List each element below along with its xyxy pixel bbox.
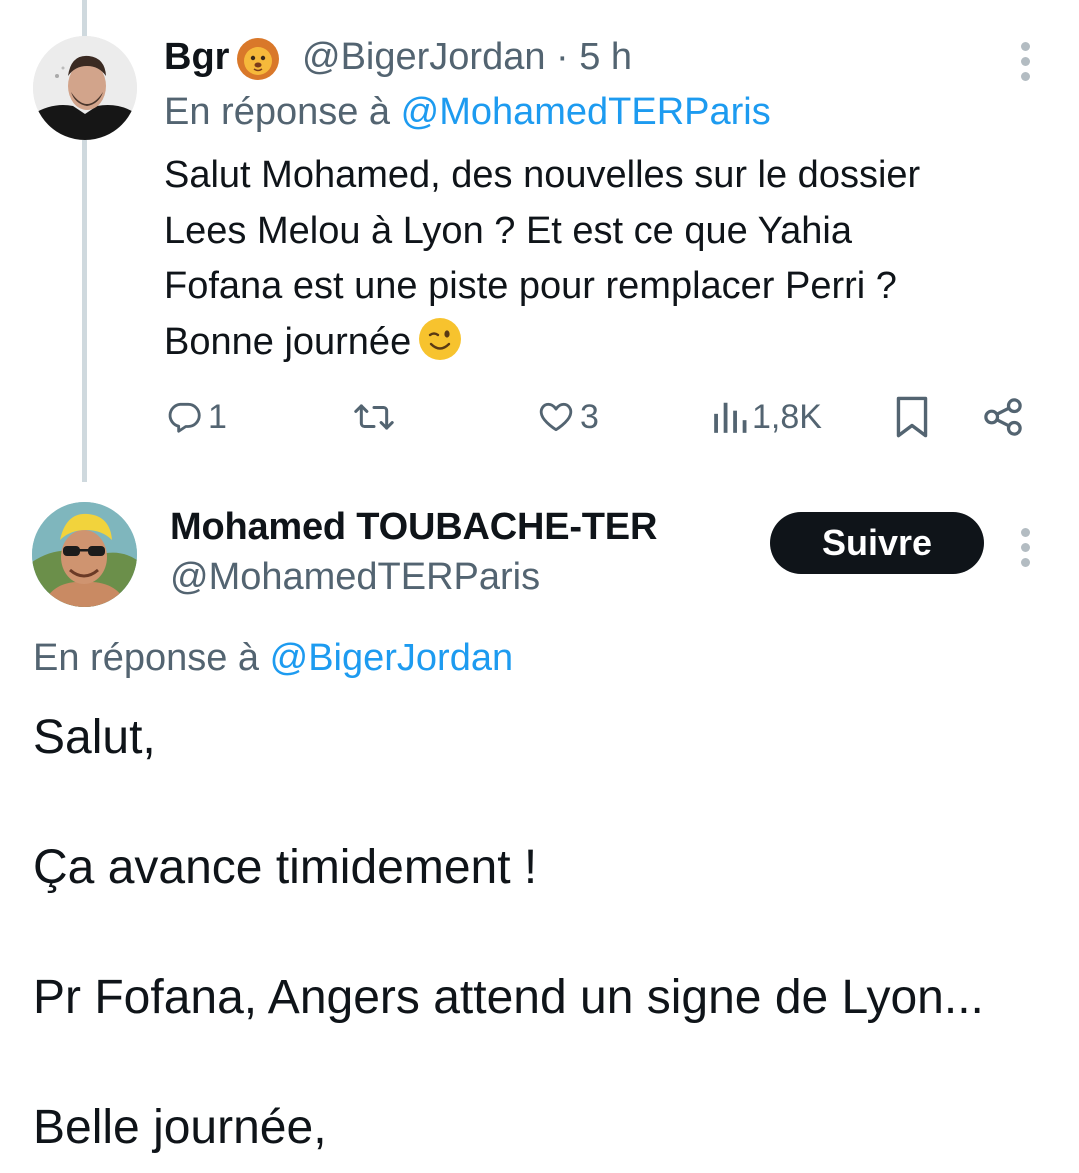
avatar-photo-icon [33, 36, 137, 140]
views-count: 1,8K [752, 397, 822, 436]
author-name-text[interactable]: Bgr [164, 36, 229, 78]
replying-to-line: En réponse à @MohamedTERParis [164, 87, 771, 137]
lion-face-emoji-icon [237, 37, 280, 80]
replying-to-prefix: En réponse à [164, 91, 391, 133]
tweet-paragraph: Pr Fofana, Angers attend un signe de Lyo… [33, 971, 984, 1024]
retweet-icon [354, 404, 394, 430]
tweet-paragraph: Ça avance timidement ! [33, 841, 538, 894]
like-action-button[interactable]: 3 [536, 392, 599, 442]
avatar-bigerjordan[interactable] [33, 36, 137, 140]
more-options-icon[interactable] [1021, 528, 1031, 573]
replying-to-prefix: En réponse à [33, 637, 260, 679]
tweet-text: Salut, Ça avance timidement ! Pr Fofana,… [33, 705, 1043, 1160]
bookmark-icon [896, 396, 928, 438]
reply-icon [168, 402, 201, 433]
tweet-paragraph: Belle journée, [33, 1101, 327, 1154]
retweet-action-button[interactable] [353, 392, 399, 442]
author-name[interactable]: Bgr [164, 32, 281, 82]
author-handle[interactable]: @MohamedTERParis [170, 552, 540, 602]
like-count: 3 [580, 397, 599, 436]
avatar-mohamedterparis[interactable] [32, 502, 137, 607]
replying-to-line: En réponse à @BigerJordan [33, 633, 513, 683]
share-action-button[interactable] [982, 392, 1024, 442]
tweet-text-body: Salut Mohamed, des nouvelles sur le doss… [164, 154, 921, 363]
bookmark-action-button[interactable] [893, 392, 931, 442]
author-name[interactable]: Mohamed TOUBACHE-TER [170, 502, 657, 552]
author-handle-time[interactable]: @BigerJordan · 5 h [302, 32, 632, 82]
winking-face-emoji-icon [419, 317, 462, 360]
more-options-icon[interactable] [1021, 42, 1031, 87]
heart-icon [539, 402, 573, 432]
reply-action-button[interactable]: 1 [166, 392, 227, 442]
replying-to-mention-link[interactable]: @BigerJordan [270, 637, 513, 679]
views-chart-icon [714, 402, 747, 433]
follow-button[interactable]: Suivre [770, 512, 984, 574]
views-action-button[interactable]: 1,8K [712, 392, 822, 442]
tweet-text: Salut Mohamed, des nouvelles sur le doss… [164, 148, 1044, 370]
tweet-paragraph: Salut, [33, 711, 156, 764]
share-icon [984, 398, 1022, 436]
avatar-photo-icon [32, 502, 137, 607]
reply-count: 1 [208, 397, 227, 436]
replying-to-mention-link[interactable]: @MohamedTERParis [401, 91, 771, 133]
